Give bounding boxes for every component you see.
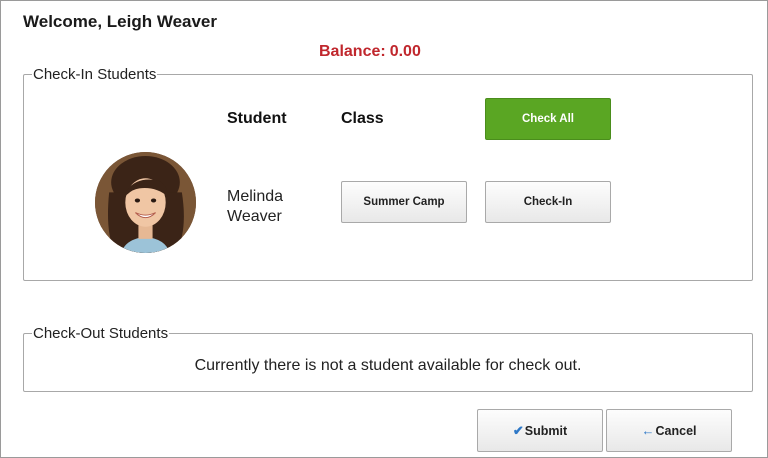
balance-value: 0.00 xyxy=(389,43,421,60)
submit-button[interactable]: ✔ Submit xyxy=(477,409,603,452)
checkout-empty-message: Currently there is not a student availab… xyxy=(194,357,582,374)
student-name: Melinda Weaver xyxy=(227,187,317,227)
checkin-window: Welcome, Leigh Weaver Balance: 0.00 Check… xyxy=(0,0,768,458)
balance-label: Balance: xyxy=(319,43,386,60)
student-last-name: Weaver xyxy=(227,208,282,225)
class-column-header: Class xyxy=(341,110,384,127)
checkin-students-legend: Check-In Students xyxy=(33,66,157,83)
student-column-header: Student xyxy=(227,110,287,127)
student-avatar xyxy=(95,152,196,253)
class-button-summer-camp[interactable]: Summer Camp xyxy=(341,181,467,223)
check-all-button[interactable]: Check All xyxy=(485,98,611,140)
welcome-title: Welcome, Leigh Weaver xyxy=(23,12,217,31)
arrow-left-icon: ← xyxy=(641,423,655,438)
balance-display: Balance: 0.00 xyxy=(319,43,421,61)
cancel-button[interactable]: ← Cancel xyxy=(606,409,732,452)
checkout-students-legend: Check-Out Students xyxy=(33,325,169,342)
student-photo-icon xyxy=(95,152,196,253)
checkin-button[interactable]: Check-In xyxy=(485,181,611,223)
student-first-name: Melinda xyxy=(227,188,284,205)
checkmark-icon: ✔ xyxy=(512,422,524,438)
submit-label: Submit xyxy=(524,423,568,438)
cancel-label: Cancel xyxy=(655,423,697,438)
